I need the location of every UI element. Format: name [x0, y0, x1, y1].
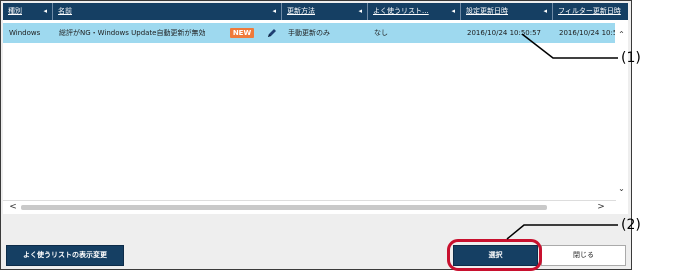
sort-arrow-icon[interactable]: ◂: [451, 3, 455, 20]
table-header: 種別 ◂ 名前 ◂ 更新方法 ◂ よく使うリスト... ◂ 設定更新日時 ◂ フ…: [3, 3, 628, 20]
vertical-scrollbar[interactable]: ⌃ ⌄: [615, 20, 628, 201]
column-header-label: フィルター更新日時: [558, 7, 621, 15]
pencil-icon[interactable]: [267, 28, 277, 38]
column-header-name[interactable]: 名前 ◂: [53, 3, 282, 20]
sort-arrow-icon[interactable]: ◂: [543, 3, 547, 20]
close-button[interactable]: 閉じる: [541, 245, 626, 266]
column-header-label: 種別: [8, 7, 22, 15]
column-header-filter-updated[interactable]: フィルター更新日時: [553, 3, 628, 20]
horizontal-scrollbar[interactable]: < >: [3, 200, 616, 214]
new-badge: NEW: [230, 28, 254, 38]
sort-arrow-icon[interactable]: ◂: [358, 3, 362, 20]
cell-name: 総評がNG・Windows Update自動更新が無効: [59, 29, 206, 37]
cell-filter-updated: 2016/10/24 10:5: [559, 29, 616, 37]
cell-favorite: なし: [374, 29, 388, 37]
scroll-right-icon[interactable]: >: [596, 202, 606, 212]
column-header-label: よく使うリスト...: [373, 7, 429, 15]
scroll-down-icon[interactable]: ⌄: [617, 184, 626, 193]
column-header-favorite-list[interactable]: よく使うリスト... ◂: [368, 3, 461, 20]
column-header-type[interactable]: 種別 ◂: [3, 3, 53, 20]
column-header-settings-updated[interactable]: 設定更新日時 ◂: [461, 3, 553, 20]
column-header-label: 設定更新日時: [466, 7, 508, 15]
table-body: Windows 総評がNG・Windows Update自動更新が無効 NEW …: [3, 20, 628, 201]
scroll-corner: [616, 200, 628, 214]
scroll-left-icon[interactable]: <: [8, 202, 18, 212]
cell-update-method: 手動更新のみ: [288, 29, 330, 37]
sort-arrow-icon[interactable]: ◂: [272, 3, 276, 20]
filter-selection-dialog: 種別 ◂ 名前 ◂ 更新方法 ◂ よく使うリスト... ◂ 設定更新日時 ◂ フ…: [0, 0, 632, 270]
select-button[interactable]: 選択: [453, 245, 538, 266]
scroll-up-icon[interactable]: ⌃: [617, 30, 626, 39]
page: 種別 ◂ 名前 ◂ 更新方法 ◂ よく使うリスト... ◂ 設定更新日時 ◂ フ…: [0, 0, 678, 276]
callout-label-1: (1): [621, 50, 641, 66]
column-header-update-method[interactable]: 更新方法 ◂: [282, 3, 368, 20]
change-favorite-list-button[interactable]: よく使うリストの表示変更: [6, 245, 124, 266]
cell-type: Windows: [9, 29, 41, 37]
column-header-label: 更新方法: [287, 7, 315, 15]
horizontal-scroll-thumb[interactable]: [21, 205, 547, 210]
callout-label-2: (2): [621, 217, 641, 233]
sort-arrow-icon[interactable]: ◂: [43, 3, 47, 20]
cell-settings-updated: 2016/10/24 10:50:57: [467, 29, 542, 37]
table-row[interactable]: Windows 総評がNG・Windows Update自動更新が無効 NEW …: [3, 23, 616, 43]
column-header-label: 名前: [58, 7, 72, 15]
